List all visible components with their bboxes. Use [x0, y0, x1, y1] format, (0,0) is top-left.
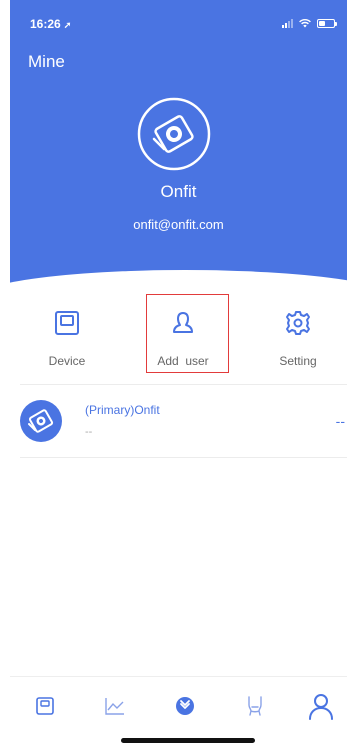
onfit-logo-icon	[176, 697, 194, 715]
action-row: Device Add user Setting	[10, 292, 347, 378]
location-arrow-icon: ➚	[63, 20, 72, 30]
device-label: Device	[48, 354, 86, 368]
onfit-logo-avatar[interactable]	[137, 97, 211, 171]
chart-icon	[105, 698, 124, 715]
gear-icon	[286, 311, 310, 335]
status-bar: 16:26 ➚	[10, 14, 347, 34]
home-indicator	[121, 738, 255, 743]
setting-button[interactable]: Setting	[253, 296, 343, 374]
wifi-icon	[299, 18, 311, 28]
profile-header: 16:26 ➚ Mine Onfit onfit@onfit.com	[10, 0, 347, 292]
device-button[interactable]: Device	[22, 296, 112, 374]
page-title: Mine	[28, 52, 65, 71]
profile-email: onfit@onfit.com	[133, 217, 224, 232]
profile-name: Onfit	[160, 182, 197, 201]
tab-home[interactable]	[170, 691, 200, 721]
user-avatar-icon	[20, 400, 62, 442]
person-icon	[309, 694, 333, 720]
tab-profile[interactable]	[306, 691, 336, 721]
scale-icon	[36, 697, 54, 715]
user-value: --	[335, 413, 345, 429]
list-item[interactable]: (Primary)Onfit -- --	[10, 385, 347, 457]
tab-scale[interactable]	[30, 691, 60, 721]
time-text: 16:26	[30, 17, 61, 31]
divider-bottom	[20, 457, 347, 458]
user-subtext: --	[85, 426, 93, 438]
tab-body[interactable]	[240, 691, 270, 721]
user-name: (Primary)Onfit	[85, 403, 160, 417]
battery-icon	[317, 18, 337, 28]
device-icon	[55, 311, 79, 335]
status-time: 16:26 ➚	[30, 17, 71, 31]
setting-label: Setting	[279, 354, 317, 368]
header-curve	[10, 270, 347, 292]
tab-chart[interactable]	[100, 691, 130, 721]
status-icons	[282, 18, 337, 28]
body-icon	[248, 696, 262, 716]
signal-icon	[282, 18, 293, 28]
add-user-icon	[173, 312, 193, 333]
add-user-label: Add user	[157, 354, 209, 368]
add-user-button[interactable]: Add user	[138, 296, 228, 374]
